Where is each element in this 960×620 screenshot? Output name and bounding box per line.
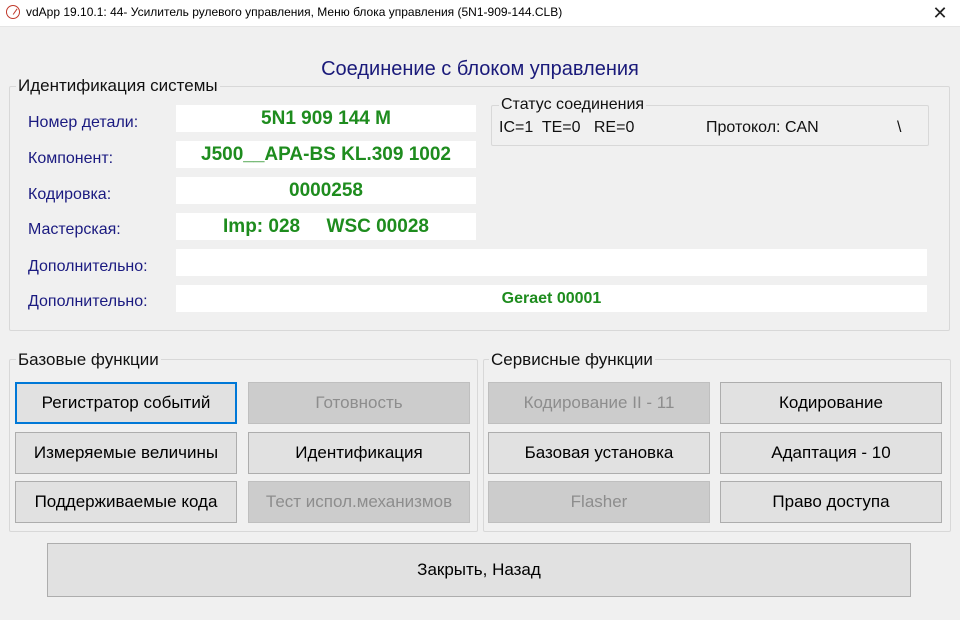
service-functions-label: Сервисные функции: [489, 350, 655, 370]
basic-setting-button[interactable]: Базовая установка: [488, 432, 710, 474]
component-field: J500__APA-BS KL.309 1002: [176, 141, 476, 168]
connection-counters: IC=1 TE=0 RE=0: [499, 119, 635, 136]
flasher-button: Flasher: [488, 481, 710, 523]
close-icon[interactable]: ✕: [928, 2, 952, 24]
basic-functions-label: Базовые функции: [16, 350, 161, 370]
connection-status-label: Статус соединения: [499, 96, 647, 114]
additional-field-1: [176, 249, 927, 276]
part-number-label: Номер детали:: [28, 114, 139, 131]
access-rights-button[interactable]: Право доступа: [720, 481, 942, 523]
coding-button[interactable]: Кодирование: [720, 382, 942, 424]
identification-button[interactable]: Идентификация: [248, 432, 470, 474]
adaptation-button[interactable]: Адаптация - 10: [720, 432, 942, 474]
actuator-test-button: Тест испол.механизмов: [248, 481, 470, 523]
event-recorder-button[interactable]: Регистратор событий: [15, 382, 237, 424]
measured-values-button[interactable]: Измеряемые величины: [15, 432, 237, 474]
additional-label-1: Дополнительно:: [28, 258, 148, 275]
workshop-field: Imp: 028 WSC 00028: [176, 213, 476, 240]
workshop-label: Мастерская:: [28, 221, 121, 238]
close-back-button[interactable]: Закрыть, Назад: [47, 543, 911, 597]
part-number-field: 5N1 909 144 M: [176, 105, 476, 132]
readiness-button: Готовность: [248, 382, 470, 424]
additional-label-2: Дополнительно:: [28, 293, 148, 310]
title-bar: vdApp 19.10.1: 44- Усилитель рулевого уп…: [0, 0, 960, 27]
window-title: vdApp 19.10.1: 44- Усилитель рулевого уп…: [26, 5, 563, 19]
app-icon: [6, 5, 20, 19]
coding-field: 0000258: [176, 177, 476, 204]
additional-field-2: Geraet 00001: [176, 285, 927, 312]
component-label: Компонент:: [28, 150, 114, 167]
protocol-text: Протокол: CAN: [706, 119, 819, 136]
identification-group-label: Идентификация системы: [16, 76, 220, 96]
coding-label: Кодировка:: [28, 186, 112, 203]
activity-spinner: \: [897, 119, 902, 136]
supported-codes-button[interactable]: Поддерживаемые кода: [15, 481, 237, 523]
coding-ii-button: Кодирование II - 11: [488, 382, 710, 424]
